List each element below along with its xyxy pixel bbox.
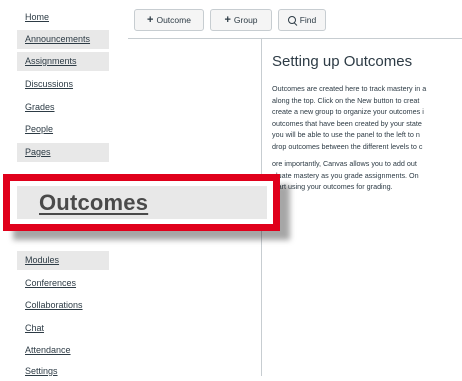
nav-item-attendance[interactable]: Attendance xyxy=(17,341,109,360)
grading-line: aluate mastery as you grade assignments.… xyxy=(272,170,419,180)
grading-paragraph: ore importantly, Canvas allows you to ad… xyxy=(272,158,462,193)
add-outcome-label: Outcome xyxy=(156,15,191,25)
plus-icon: + xyxy=(224,14,231,26)
page-title: Setting up Outcomes xyxy=(272,53,413,70)
intro-line: you will be able to use the panel to the… xyxy=(272,130,420,140)
grading-line: start using your outcomes for grading. xyxy=(272,182,393,192)
outcomes-toolbar: + Outcome + Group Find xyxy=(128,0,462,39)
nav-item-outcomes-label: Outcomes xyxy=(39,190,149,215)
add-group-label: Group xyxy=(233,15,258,25)
plus-icon: + xyxy=(147,14,154,26)
find-button[interactable]: Find xyxy=(278,9,326,31)
nav-item-collaborations[interactable]: Collaborations xyxy=(17,296,109,315)
nav-item-people[interactable]: People xyxy=(17,120,109,139)
nav-item-pages[interactable]: Pages xyxy=(17,143,109,162)
nav-item-settings[interactable]: Settings xyxy=(17,362,109,381)
outcomes-info-panel: Setting up Outcomes Outcomes are created… xyxy=(272,39,462,376)
nav-item-discussions[interactable]: Discussions xyxy=(17,75,109,94)
nav-item-announcements[interactable]: Announcements xyxy=(17,30,109,49)
nav-item-grades[interactable]: Grades xyxy=(17,98,109,117)
grading-line: ore importantly, Canvas allows you to ad… xyxy=(272,159,417,168)
add-outcome-button[interactable]: + Outcome xyxy=(134,9,204,31)
add-group-button[interactable]: + Group xyxy=(210,9,272,31)
nav-item-modules[interactable]: Modules xyxy=(17,251,109,270)
nav-item-home[interactable]: Home xyxy=(17,8,109,27)
intro-line: drop outcomes between the different leve… xyxy=(272,141,423,151)
intro-line: Outcomes are created here to track maste… xyxy=(272,84,427,93)
search-icon xyxy=(287,16,296,24)
intro-paragraph: Outcomes are created here to track maste… xyxy=(272,83,462,153)
intro-line: create a new group to organize your outc… xyxy=(272,107,424,117)
nav-item-chat[interactable]: Chat xyxy=(17,319,109,338)
intro-line: outcomes that have been created by your … xyxy=(272,118,422,128)
intro-line: along the top. Click on the New button t… xyxy=(272,95,420,105)
nav-item-conferences[interactable]: Conferences xyxy=(17,274,109,293)
outcomes-highlight-callout: Outcomes xyxy=(3,174,280,231)
find-label: Find xyxy=(299,15,317,25)
nav-item-outcomes-zoomed[interactable]: Outcomes xyxy=(17,186,267,219)
nav-item-assignments[interactable]: Assignments xyxy=(17,52,109,71)
